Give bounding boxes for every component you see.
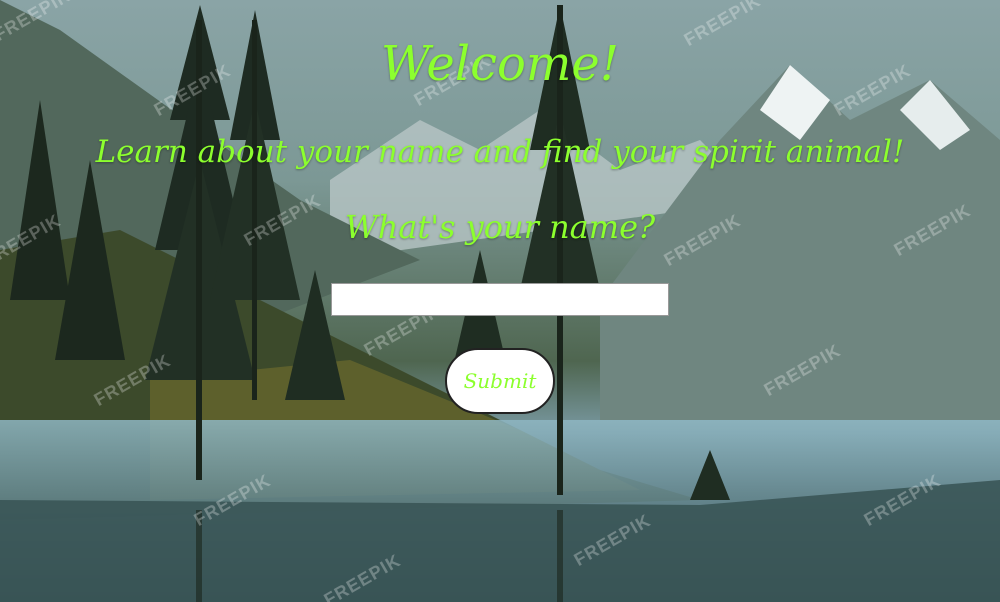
submit-button[interactable]: Submit (445, 348, 555, 414)
welcome-heading: Welcome! (380, 36, 620, 92)
main-content: Welcome! Learn about your name and find … (0, 0, 1000, 602)
subtitle-text: Learn about your name and find your spir… (95, 134, 905, 170)
name-input[interactable] (331, 283, 669, 316)
name-question: What's your name? (344, 208, 656, 246)
